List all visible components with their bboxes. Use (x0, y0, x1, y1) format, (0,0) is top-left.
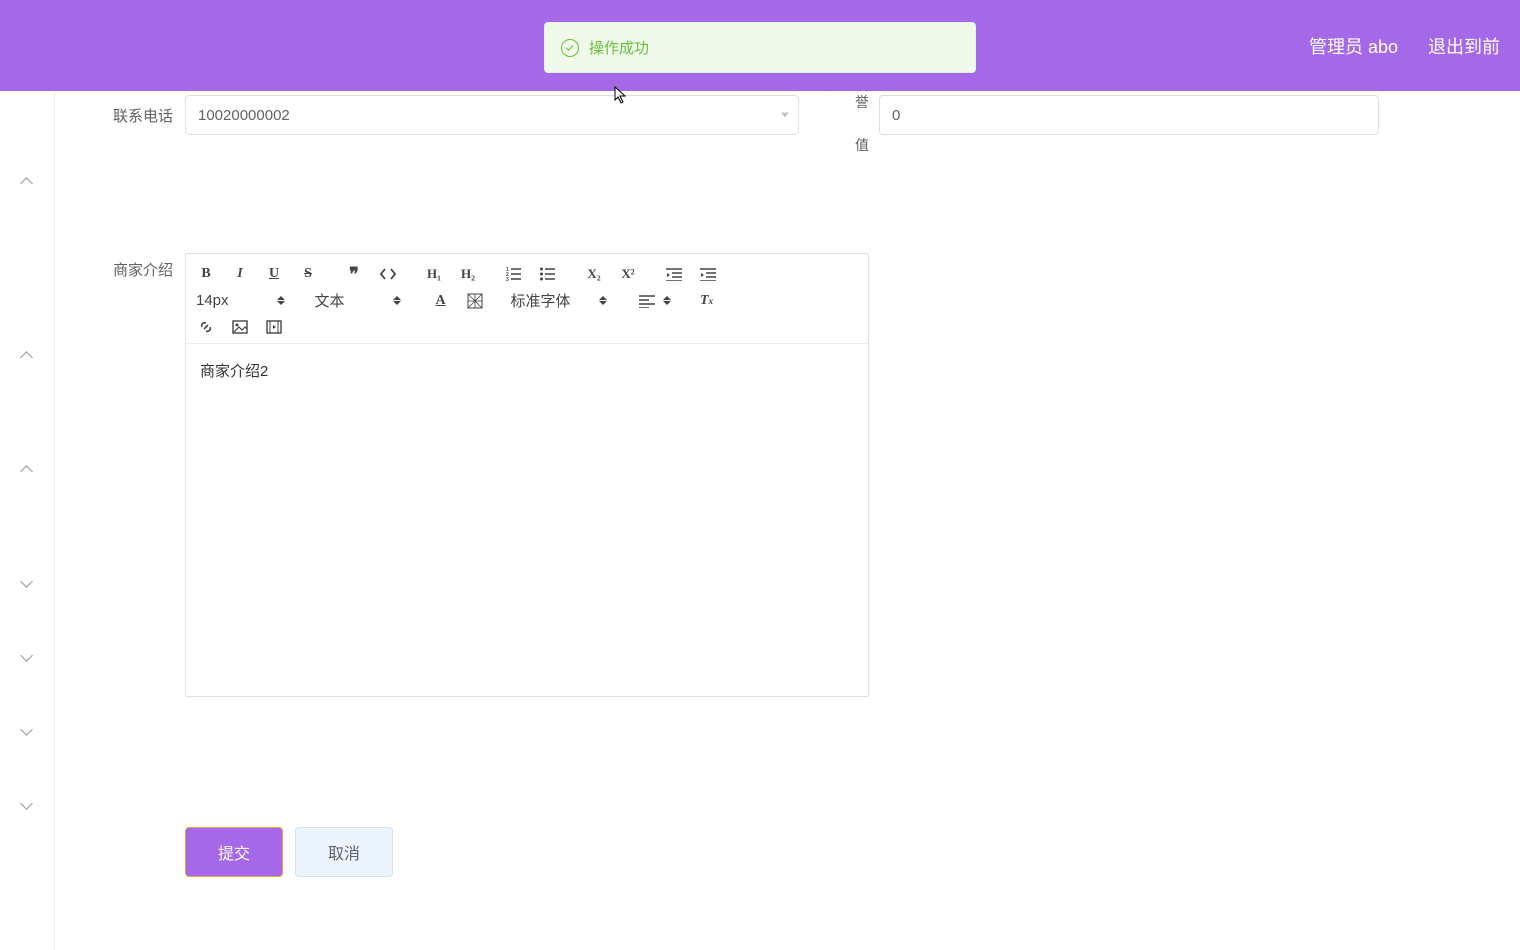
check-circle-icon (561, 39, 579, 57)
h2-icon[interactable]: H₂ (458, 264, 478, 284)
sidebar (0, 91, 55, 950)
editor-content[interactable]: 商家介绍2 (186, 344, 868, 696)
underline-icon[interactable]: U (264, 264, 284, 284)
chevron-down-icon[interactable] (20, 573, 34, 587)
video-icon[interactable] (264, 317, 284, 337)
chevron-down-icon[interactable] (20, 647, 34, 661)
chevron-down-icon[interactable] (20, 721, 34, 735)
intro-label: 商家介绍 (85, 253, 185, 280)
subscript-icon[interactable]: X₂ (584, 264, 604, 284)
link-icon[interactable] (196, 317, 216, 337)
button-row: 提交 取消 (185, 827, 1490, 877)
text-type-value: 文本 (315, 290, 345, 311)
align-icon[interactable] (637, 291, 657, 311)
bold-icon[interactable]: B (196, 264, 216, 284)
chevron-down-icon[interactable] (20, 795, 34, 809)
clear-format-icon[interactable]: Tx (697, 291, 717, 311)
cancel-button[interactable]: 取消 (295, 827, 393, 877)
image-icon[interactable] (230, 317, 250, 337)
quote-icon[interactable]: ❞ (344, 264, 364, 284)
code-icon[interactable] (378, 264, 398, 284)
font-size-select[interactable]: 14px (196, 292, 285, 309)
phone-input[interactable] (185, 95, 799, 135)
logout-link[interactable]: 退出到前 (1428, 33, 1500, 59)
indent-icon[interactable] (698, 264, 718, 284)
select-caret-icon (277, 296, 285, 305)
h1-icon[interactable]: H₁ (424, 264, 444, 284)
cursor-icon (614, 86, 628, 104)
ordered-list-icon[interactable]: 123 (504, 264, 524, 284)
rich-text-editor: B I U S ❞ H₁ H₂ (185, 253, 869, 697)
submit-button[interactable]: 提交 (185, 827, 283, 877)
strike-icon[interactable]: S (298, 264, 318, 284)
font-size-value: 14px (196, 292, 229, 309)
editor-text: 商家介绍2 (200, 363, 268, 380)
font-family-value: 标准字体 (511, 290, 571, 311)
chevron-down-icon[interactable] (781, 113, 789, 118)
svg-text:3: 3 (506, 277, 509, 281)
credit-input[interactable] (879, 95, 1379, 135)
text-type-select[interactable]: 文本 (315, 290, 401, 311)
chevron-up-icon[interactable] (20, 345, 34, 359)
font-family-select[interactable]: 标准字体 (511, 290, 607, 311)
success-toast: 操作成功 (544, 22, 976, 73)
italic-icon[interactable]: I (230, 264, 250, 284)
phone-input-wrap (185, 95, 799, 135)
select-caret-icon (663, 296, 671, 305)
chevron-up-icon[interactable] (20, 171, 34, 185)
select-caret-icon (599, 296, 607, 305)
header-right: 管理员 abo 退出到前 (1309, 33, 1500, 59)
toast-message: 操作成功 (589, 37, 649, 58)
bg-color-icon[interactable] (465, 291, 485, 311)
editor-row: 商家介绍 B I U S ❞ (85, 253, 1490, 697)
superscript-icon[interactable]: X² (618, 264, 638, 284)
chevron-up-icon[interactable] (20, 459, 34, 473)
text-color-icon[interactable]: A (431, 291, 451, 311)
editor-toolbar: B I U S ❞ H₁ H₂ (186, 254, 868, 344)
main-content: 联系电话 商家信誉 值 商家介绍 B I U S (55, 91, 1520, 950)
admin-label[interactable]: 管理员 abo (1309, 33, 1398, 59)
select-caret-icon (393, 296, 401, 305)
bullet-list-icon[interactable] (538, 264, 558, 284)
credit-suffix: 值 (817, 137, 869, 154)
outdent-icon[interactable] (664, 264, 684, 284)
phone-label: 联系电话 (85, 105, 185, 126)
